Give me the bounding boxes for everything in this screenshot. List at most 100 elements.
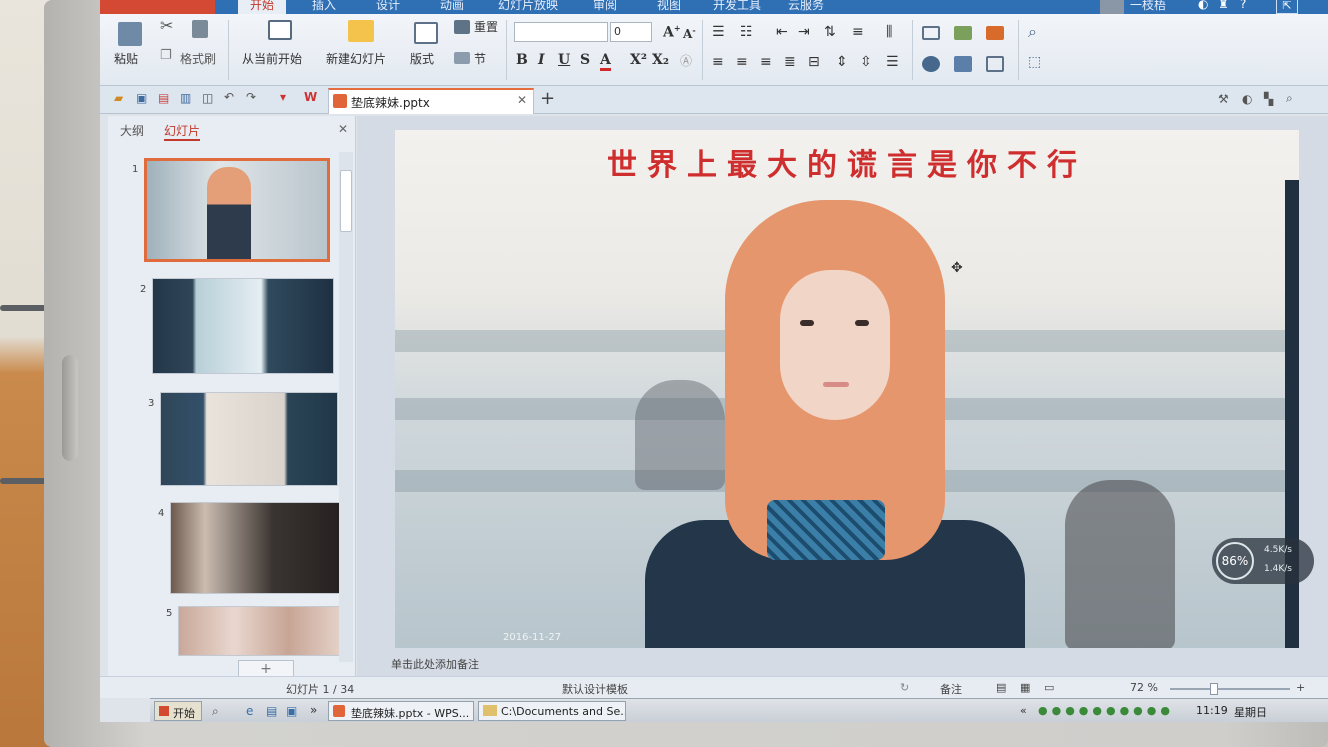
scrollbar-thumb[interactable] (340, 170, 352, 232)
increase-indent-icon[interactable]: ⇥ (798, 24, 810, 40)
preview-icon[interactable]: ◫ (202, 91, 213, 105)
paragraph-icon[interactable]: ☰ (886, 54, 899, 70)
zoom-in-icon[interactable]: + (1296, 681, 1305, 694)
layout-button[interactable]: 版式 (410, 50, 434, 67)
textbox-icon[interactable] (922, 26, 940, 40)
expand-icon[interactable]: » (310, 703, 317, 717)
taskbar-item-wps[interactable]: 垫底辣妹.pptx - WPS... (328, 701, 474, 721)
tab-cloud[interactable]: 云服务 (788, 0, 824, 13)
superscript-button[interactable]: X² (630, 52, 647, 68)
review-icon[interactable]: ▚ (1264, 92, 1273, 106)
section-button[interactable]: 节 (474, 50, 486, 67)
align-text-icon[interactable]: ≡ (852, 24, 864, 40)
notes-placeholder[interactable]: 单击此处添加备注 (391, 656, 479, 672)
font-name-input[interactable] (514, 22, 608, 42)
shadow-button[interactable]: S (580, 52, 590, 68)
reset-button[interactable]: 重置 (474, 18, 498, 35)
tab-review[interactable]: 审阅 (593, 0, 617, 13)
shirt-icon[interactable]: ♜ (1218, 0, 1229, 11)
close-tab-icon[interactable]: ✕ (517, 93, 527, 107)
taskbar-item-explorer[interactable]: C:\Documents and Se... (478, 701, 626, 721)
print-icon[interactable]: ▥ (180, 91, 191, 105)
align-center-icon[interactable]: ≡ (736, 54, 748, 70)
zoom-slider-handle[interactable] (1210, 683, 1218, 695)
italic-button[interactable]: I (538, 52, 545, 68)
clear-format-icon[interactable]: Ⓐ (680, 52, 692, 69)
open-icon[interactable]: ▰ (114, 91, 123, 105)
reading-view-icon[interactable]: ▭ (1044, 681, 1054, 694)
tray-expand-icon[interactable]: « (1020, 704, 1027, 717)
search-icon[interactable]: ⌕ (1286, 91, 1293, 106)
tab-design[interactable]: 设计 (376, 0, 400, 13)
align-right-icon[interactable]: ≡ (760, 54, 772, 70)
sync-icon[interactable]: ↻ (900, 681, 909, 694)
slide-canvas[interactable]: 世界上最大的谎言是你不行 2016-11-27 ✥ (395, 130, 1299, 648)
network-speed-widget[interactable]: 86% 4.5K/s 1.4K/s (1212, 538, 1314, 584)
tab-insert[interactable]: 插入 (312, 0, 336, 13)
numbering-icon[interactable]: ☷ (740, 24, 753, 40)
tab-slideshow[interactable]: 幻灯片放映 (498, 0, 558, 13)
format-painter-button[interactable]: 格式刷 (180, 50, 216, 67)
shapes-icon[interactable] (922, 56, 940, 72)
find-icon[interactable]: ⌕ (1028, 22, 1037, 42)
from-current-button[interactable]: 从当前开始 (242, 50, 302, 67)
redo-icon[interactable]: ↷ (246, 90, 256, 104)
zoom-level[interactable]: 72 % (1130, 681, 1158, 694)
help-icon[interactable]: ? (1240, 0, 1246, 11)
zoom-slider[interactable] (1170, 688, 1290, 690)
ie-icon[interactable]: e (246, 704, 253, 718)
subscript-button[interactable]: X₂ (652, 52, 669, 68)
picture-icon[interactable] (954, 26, 972, 40)
decrease-indent-icon[interactable]: ⇤ (776, 24, 788, 40)
outline-icon[interactable] (986, 56, 1004, 72)
tab-slides[interactable]: 幻灯片 (164, 122, 201, 141)
select-icon[interactable]: ⬚ (1028, 54, 1041, 70)
slide-thumbnail-5[interactable] (178, 606, 346, 656)
align-left-icon[interactable]: ≡ (712, 54, 724, 70)
clock-day[interactable]: 星期日 (1234, 704, 1267, 720)
font-size-input[interactable]: 0 (610, 22, 652, 42)
tab-view[interactable]: 视图 (657, 0, 681, 13)
bold-button[interactable]: B (516, 52, 528, 68)
search-icon[interactable]: ⌕ (212, 704, 219, 719)
customize-icon[interactable]: ▾ (280, 90, 286, 104)
line-spacing-icon[interactable]: ⇕ (836, 54, 848, 70)
slide-thumbnail-3[interactable] (160, 392, 338, 486)
sorter-view-icon[interactable]: ▦ (1020, 681, 1030, 694)
settings-icon[interactable]: ⚒ (1218, 92, 1229, 106)
font-color-button[interactable]: A (600, 52, 611, 71)
underline-button[interactable]: U (558, 52, 570, 68)
start-button[interactable]: 开始 (154, 701, 202, 721)
cut-icon[interactable]: ✂ (160, 16, 173, 35)
slide-thumbnail-1[interactable] (144, 158, 330, 262)
slide-title[interactable]: 世界上最大的谎言是你不行 (395, 140, 1299, 184)
copy-icon[interactable]: ❐ (160, 48, 172, 63)
folder-icon[interactable]: ▤ (266, 704, 277, 718)
share-icon[interactable]: ◐ (1242, 92, 1252, 106)
desktop-icon[interactable]: ▣ (286, 704, 297, 718)
wps-menu-button[interactable] (100, 0, 215, 14)
text-direction-icon[interactable]: ⇅ (824, 24, 836, 40)
paste-button[interactable]: 粘贴 (114, 50, 138, 67)
close-panel-icon[interactable]: ✕ (338, 122, 348, 136)
fill-icon[interactable] (986, 26, 1004, 40)
undo-icon[interactable]: ↶ (224, 90, 234, 104)
clock-time[interactable]: 11:19 (1196, 704, 1228, 717)
document-tab[interactable]: 垫底辣妹.pptx ✕ (328, 88, 534, 114)
normal-view-icon[interactable]: ▤ (996, 681, 1006, 694)
tray-icons[interactable]: ●●●●●●●●●● (1038, 704, 1174, 717)
user-name[interactable]: 一枝梧 (1130, 0, 1166, 13)
tab-outline[interactable]: 大纲 (120, 122, 144, 139)
user-avatar[interactable] (1100, 0, 1124, 14)
panel-scrollbar[interactable] (339, 152, 353, 662)
notes-toggle[interactable]: 备注 (940, 681, 962, 697)
new-tab-icon[interactable]: + (540, 88, 555, 109)
paragraph-spacing-icon[interactable]: ⇳ (860, 54, 872, 70)
new-slide-button[interactable]: 新建幻灯片 (326, 50, 386, 67)
grow-font-icon[interactable]: A+ (663, 23, 681, 41)
bullets-icon[interactable]: ☰ (712, 24, 725, 40)
tab-animation[interactable]: 动画 (440, 0, 464, 13)
arrange-icon[interactable] (954, 56, 972, 72)
shrink-font-icon[interactable]: A- (683, 25, 696, 41)
tab-home[interactable]: 开始 (238, 0, 287, 14)
